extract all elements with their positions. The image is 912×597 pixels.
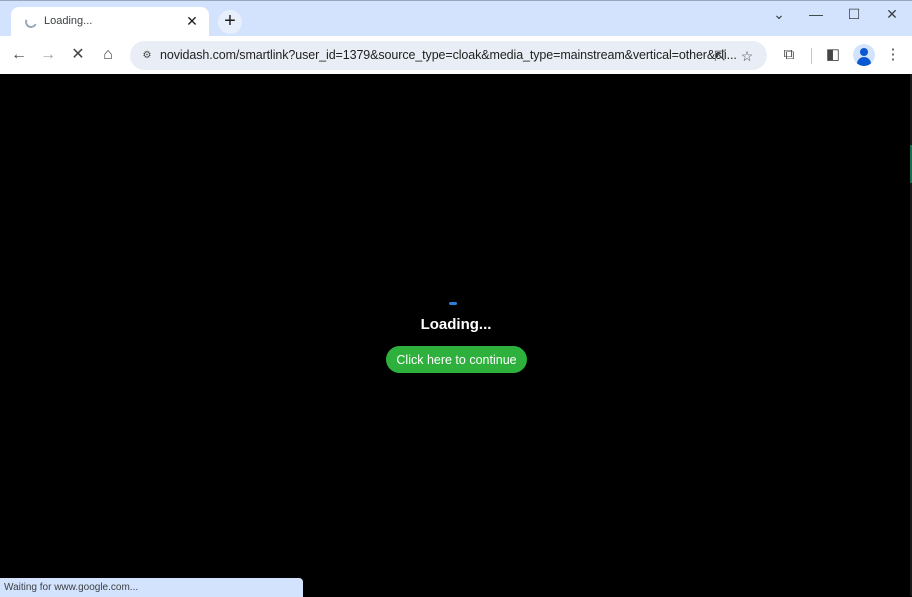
- tab-close-icon[interactable]: ✕: [183, 12, 201, 30]
- minimize-button[interactable]: —: [801, 5, 831, 25]
- avatar-head-icon: [860, 48, 868, 56]
- maximize-button[interactable]: ☐: [839, 5, 869, 25]
- back-button[interactable]: ←: [8, 44, 30, 66]
- address-bar[interactable]: ⚙ novidash.com/smartlink?user_id=1379&so…: [130, 41, 767, 70]
- forward-button[interactable]: →: [37, 44, 59, 66]
- browser-tab[interactable]: Loading... ✕: [11, 7, 209, 39]
- title-bar: Loading... ✕ + ⌄ — ☐ ✕: [0, 0, 912, 39]
- browser-toolbar: ← → ✕ ⌂ ⚙ novidash.com/smartlink?user_id…: [0, 36, 912, 74]
- site-info-icon[interactable]: ⚙: [137, 46, 157, 66]
- home-button[interactable]: ⌂: [97, 44, 119, 66]
- tab-search-icon[interactable]: ⌄: [764, 5, 794, 25]
- menu-icon[interactable]: ⋮: [882, 44, 904, 66]
- side-panel-icon[interactable]: ◧: [822, 44, 844, 66]
- close-window-button[interactable]: ✕: [877, 5, 907, 25]
- extensions-icon[interactable]: ⧉: [778, 44, 800, 66]
- avatar-body-icon: [857, 57, 871, 66]
- profile-avatar[interactable]: [853, 44, 875, 66]
- url-text[interactable]: novidash.com/smartlink?user_id=1379&sour…: [160, 48, 737, 62]
- tab-loading-spinner-icon: [23, 14, 39, 30]
- loading-spinner-icon: [449, 302, 457, 305]
- stop-loading-button[interactable]: ✕: [67, 44, 89, 66]
- new-tab-button[interactable]: +: [218, 10, 242, 34]
- loading-heading: Loading...: [420, 316, 492, 333]
- page-content: [1, 74, 911, 596]
- continue-button[interactable]: Click here to continue: [386, 346, 527, 373]
- bookmark-star-icon[interactable]: ☆: [737, 46, 757, 66]
- status-bar: Waiting for www.google.com...: [0, 578, 303, 597]
- share-icon[interactable]: ⇱: [710, 46, 730, 66]
- toolbar-divider: [811, 48, 812, 64]
- tab-title: Loading...: [44, 15, 93, 27]
